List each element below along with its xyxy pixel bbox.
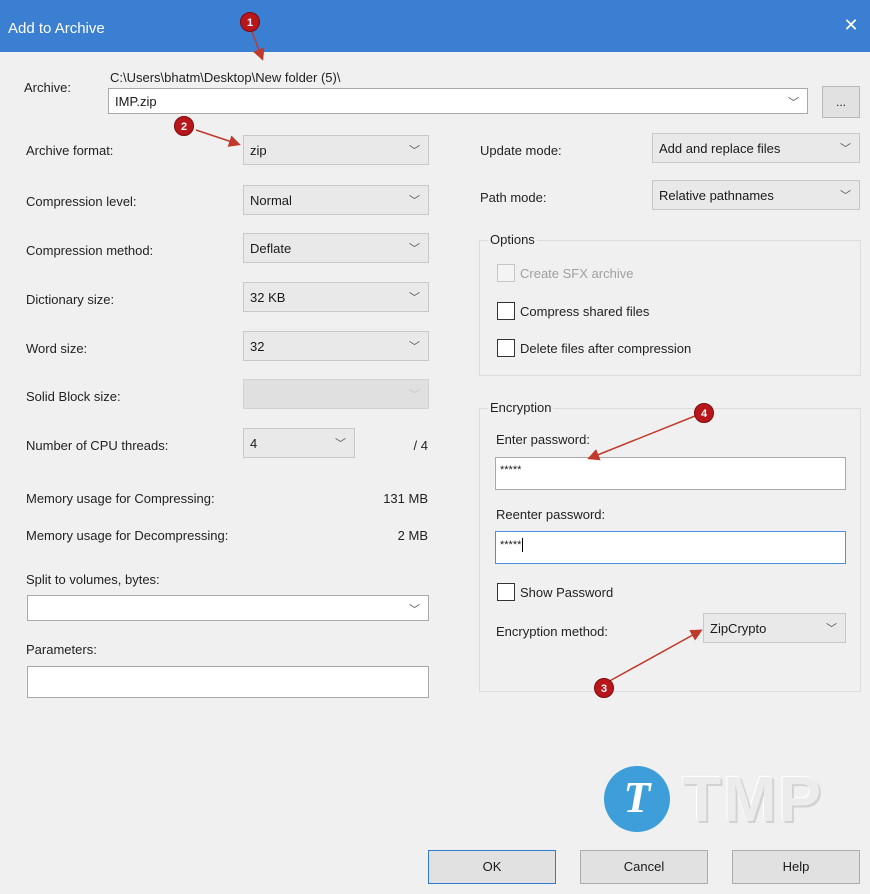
- create-sfx-checkbox: [497, 264, 515, 282]
- path-mode-label: Path mode:: [480, 190, 547, 205]
- memory-compress-value: 131 MB: [383, 491, 428, 506]
- show-password-label: Show Password: [520, 585, 614, 600]
- cancel-button[interactable]: Cancel: [580, 850, 708, 884]
- cpu-threads-select[interactable]: 4 ﹀: [243, 428, 355, 458]
- browse-button[interactable]: ...: [822, 86, 860, 118]
- tmp-logo-icon: T: [604, 766, 670, 832]
- archive-path: C:\Users\bhatm\Desktop\New folder (5)\: [110, 70, 341, 85]
- compress-shared-checkbox[interactable]: [497, 302, 515, 320]
- encryption-method-select[interactable]: ZipCrypto ﹀: [703, 613, 846, 643]
- create-sfx-label: Create SFX archive: [520, 266, 634, 281]
- solid-block-size-label: Solid Block size:: [26, 389, 121, 404]
- chevron-down-icon: ﹀: [409, 292, 420, 304]
- show-password-checkbox[interactable]: [497, 583, 515, 601]
- enter-password-label: Enter password:: [496, 432, 590, 447]
- compression-method-select[interactable]: Deflate ﹀: [243, 233, 429, 263]
- split-volumes-label: Split to volumes, bytes:: [26, 572, 160, 587]
- compression-method-label: Compression method:: [26, 243, 154, 258]
- archive-name-value: IMP.zip: [115, 94, 157, 109]
- delete-after-checkbox[interactable]: [497, 339, 515, 357]
- enter-password-input[interactable]: *****: [495, 457, 846, 490]
- chevron-down-icon: ﹀: [409, 243, 420, 255]
- annotation-marker-1: 1: [240, 12, 260, 32]
- annotation-marker-3: 3: [594, 678, 614, 698]
- compression-level-label: Compression level:: [26, 194, 137, 209]
- word-size-value: 32: [250, 339, 265, 354]
- update-mode-label: Update mode:: [480, 143, 562, 158]
- update-mode-value: Add and replace files: [659, 141, 781, 156]
- archive-format-label: Archive format:: [26, 143, 114, 158]
- tmp-logo-text: TMP: [682, 763, 824, 835]
- text-caret: [522, 538, 524, 552]
- archive-format-value: zip: [250, 143, 267, 158]
- dictionary-size-value: 32 KB: [250, 290, 286, 305]
- enter-password-value: *****: [500, 464, 522, 476]
- memory-decompress-label: Memory usage for Decompressing:: [26, 528, 229, 543]
- chevron-down-icon: ﹀: [409, 145, 420, 157]
- chevron-down-icon: ﹀: [840, 190, 851, 202]
- cpu-threads-label: Number of CPU threads:: [26, 438, 169, 453]
- compression-level-select[interactable]: Normal ﹀: [243, 185, 429, 215]
- annotation-marker-4: 4: [694, 403, 714, 423]
- solid-block-size-select: ﹀: [243, 379, 429, 409]
- compress-shared-label: Compress shared files: [520, 304, 650, 319]
- cpu-threads-value: 4: [250, 436, 258, 451]
- chevron-down-icon: ﹀: [826, 623, 837, 635]
- chevron-down-icon: ﹀: [840, 143, 851, 155]
- add-to-archive-dialog: Add to Archive ✕ Archive: C:\Users\bhatm…: [0, 0, 870, 894]
- chevron-down-icon: ﹀: [788, 97, 799, 109]
- chevron-down-icon: ﹀: [409, 341, 420, 353]
- compression-method-value: Deflate: [250, 241, 292, 256]
- dictionary-size-label: Dictionary size:: [26, 292, 115, 307]
- chevron-down-icon: ﹀: [335, 438, 346, 450]
- archive-format-select[interactable]: zip ﹀: [243, 135, 429, 165]
- word-size-select[interactable]: 32 ﹀: [243, 331, 429, 361]
- ok-button[interactable]: OK: [428, 850, 556, 884]
- arrow-2: [195, 129, 241, 147]
- close-icon[interactable]: ✕: [840, 14, 862, 36]
- encryption-method-label: Encryption method:: [496, 624, 609, 639]
- chevron-down-icon: ﹀: [409, 604, 420, 616]
- help-button[interactable]: Help: [732, 850, 860, 884]
- compression-level-value: Normal: [250, 193, 292, 208]
- window-title: Add to Archive: [8, 20, 105, 37]
- cpu-threads-max: / 4: [413, 438, 428, 453]
- parameters-input[interactable]: [27, 666, 429, 698]
- options-group-title: Options: [488, 232, 537, 247]
- tmp-watermark-logo: T TMP: [590, 760, 860, 840]
- archive-label: Archive:: [24, 80, 71, 95]
- memory-compress-label: Memory usage for Compressing:: [26, 491, 215, 506]
- reenter-password-value: *****: [500, 538, 524, 552]
- delete-after-label: Delete files after compression: [520, 341, 692, 356]
- title-bar: Add to Archive ✕: [0, 0, 870, 52]
- encryption-group-title: Encryption: [488, 400, 554, 415]
- annotation-marker-2: 2: [174, 116, 194, 136]
- word-size-label: Word size:: [26, 341, 88, 356]
- path-mode-value: Relative pathnames: [659, 188, 774, 203]
- update-mode-select[interactable]: Add and replace files ﹀: [652, 133, 860, 163]
- parameters-label: Parameters:: [26, 642, 97, 657]
- reenter-password-input[interactable]: *****: [495, 531, 846, 564]
- archive-name-combo[interactable]: IMP.zip ﹀: [108, 88, 808, 114]
- chevron-down-icon: ﹀: [409, 195, 420, 207]
- path-mode-select[interactable]: Relative pathnames ﹀: [652, 180, 860, 210]
- dictionary-size-select[interactable]: 32 KB ﹀: [243, 282, 429, 312]
- split-volumes-combo[interactable]: ﹀: [27, 595, 429, 621]
- encryption-method-value: ZipCrypto: [710, 621, 767, 636]
- chevron-down-icon: ﹀: [409, 389, 420, 401]
- reenter-password-label: Reenter password:: [496, 507, 606, 522]
- memory-decompress-value: 2 MB: [397, 528, 428, 543]
